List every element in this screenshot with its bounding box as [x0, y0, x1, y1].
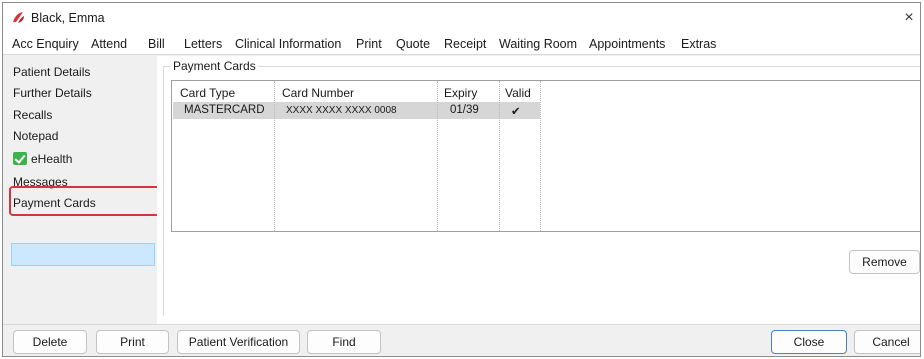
app-logo-icon [13, 12, 24, 23]
column-header-card-type[interactable]: Card Type [180, 86, 235, 100]
cell-card-type: MASTERCARD [184, 104, 265, 116]
menu-letters[interactable]: Letters [184, 37, 222, 51]
sidebar-item-patient-details[interactable]: Patient Details [13, 65, 90, 79]
group-border-left [163, 66, 164, 316]
menu-print[interactable]: Print [356, 37, 382, 51]
menu-appointments[interactable]: Appointments [589, 37, 665, 51]
group-border [163, 66, 920, 67]
print-button[interactable]: Print [96, 330, 169, 354]
sidebar: Patient Details Further Details Recalls … [3, 56, 160, 324]
menu-waiting-room[interactable]: Waiting Room [499, 37, 577, 51]
column-divider [437, 81, 438, 231]
menu-bill[interactable]: Bill [148, 37, 165, 51]
ehealth-check-icon [13, 152, 27, 165]
menu-quote[interactable]: Quote [396, 37, 430, 51]
window-title: Black, Emma [31, 11, 105, 25]
cell-valid-check-icon: ✔ [511, 106, 521, 118]
sidebar-item-ehealth[interactable]: eHealth [13, 152, 72, 166]
column-divider [274, 81, 275, 231]
close-button[interactable]: Close [771, 330, 847, 354]
column-divider [540, 81, 541, 231]
payment-cards-panel: Payment Cards Card Type Card Number Expi… [157, 56, 920, 324]
find-button[interactable]: Find [307, 330, 381, 354]
menu-acc-enquiry[interactable]: Acc Enquiry [12, 37, 79, 51]
cell-card-number: XXXX XXXX XXXX 0008 [286, 105, 397, 116]
menu-clinical-information[interactable]: Clinical Information [235, 37, 341, 51]
sidebar-item-notepad[interactable]: Notepad [13, 129, 58, 143]
menu-attend[interactable]: Attend [91, 37, 127, 51]
menu-extras[interactable]: Extras [681, 37, 716, 51]
patient-verification-button[interactable]: Patient Verification [177, 330, 300, 354]
sidebar-selection [11, 243, 155, 266]
column-header-card-number[interactable]: Card Number [282, 86, 354, 100]
close-icon[interactable]: × [898, 7, 920, 29]
remove-button[interactable]: Remove [849, 250, 920, 274]
column-header-expiry[interactable]: Expiry [444, 86, 477, 100]
sidebar-item-further-details[interactable]: Further Details [13, 86, 92, 100]
cell-expiry: 01/39 [450, 104, 479, 116]
patient-window: Black, Emma × Acc Enquiry Attend Bill Le… [2, 2, 921, 357]
column-divider [499, 81, 500, 231]
sidebar-item-ehealth-label: eHealth [31, 152, 73, 166]
payment-cards-table[interactable]: Card Type Card Number Expiry Valid MASTE… [171, 80, 920, 232]
highlight-annotation [9, 186, 160, 216]
menu-bar: Acc Enquiry Attend Bill Letters Clinical… [3, 33, 920, 55]
group-title: Payment Cards [171, 59, 258, 73]
title-bar: Black, Emma × [3, 3, 920, 33]
column-header-valid[interactable]: Valid [505, 86, 531, 100]
menu-receipt[interactable]: Receipt [444, 37, 486, 51]
sidebar-item-recalls[interactable]: Recalls [13, 108, 52, 122]
delete-button[interactable]: Delete [13, 330, 87, 354]
cancel-button[interactable]: Cancel [854, 330, 920, 354]
bottom-button-bar: Delete Print Patient Verification Find C… [3, 324, 920, 356]
